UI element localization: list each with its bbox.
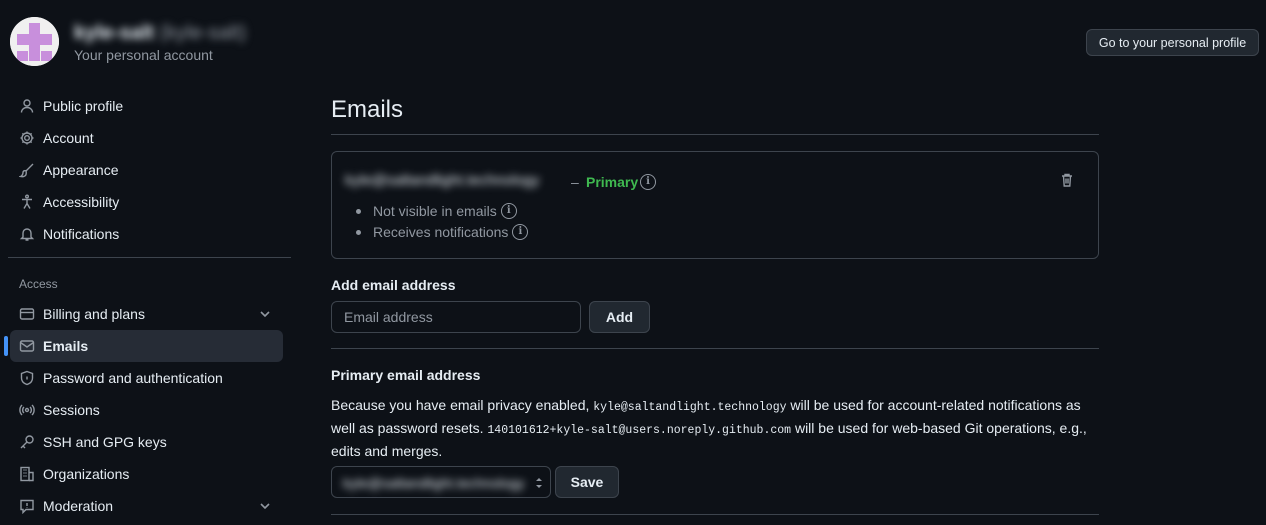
sidebar-item-public-profile[interactable]: Public profile [10,90,283,122]
info-icon[interactable]: i [640,174,656,190]
noreply-email-code: 140101612+kyle-salt@users.noreply.github… [487,424,792,437]
desc-text: Because you have email privacy enabled, [331,397,594,413]
sidebar-item-notifications[interactable]: Notifications [10,218,283,250]
account-subtitle: Your personal account [74,47,213,63]
email-address-input[interactable] [331,301,581,333]
gear-icon [19,130,35,146]
info-icon[interactable]: i [500,203,517,219]
list-item: Not visible in emails i [356,203,517,219]
sidebar-item-label: Billing and plans [43,306,145,322]
primary-email-description: Because you have email privacy enabled, … [331,395,1106,462]
accessibility-icon [19,194,35,210]
sidebar-item-label: Organizations [43,466,130,482]
sidebar-item-emails[interactable]: Emails [4,330,283,362]
avatar[interactable] [10,17,59,66]
sidebar-item-password[interactable]: Password and authentication [10,362,283,394]
bullet-text: Not visible in emails [373,203,497,219]
shield-lock-icon [19,370,35,386]
primary-email-select[interactable]: kyle@saltandlight.technology [331,466,551,498]
title-divider [331,134,1099,135]
key-icon [19,434,35,450]
bell-icon [19,226,35,242]
user-name-text: kyle-salt [74,22,155,44]
report-icon [19,498,35,514]
organization-icon [19,466,35,482]
page-title: Emails [331,96,404,123]
broadcast-icon [19,402,35,418]
primary-badge: Primary [586,174,639,190]
sidebar-item-billing[interactable]: Billing and plans [10,298,283,330]
chevron-down-icon[interactable] [257,306,273,322]
sidebar-item-label: Password and authentication [43,370,223,386]
primary-email-label: Primary email address [331,367,481,383]
email-separator: – [571,174,579,190]
bullet-dot [356,229,361,235]
trash-icon[interactable] [1059,172,1075,188]
section-divider [331,348,1099,349]
save-button[interactable]: Save [555,466,619,498]
chevron-down-icon[interactable] [257,498,273,514]
list-item: Receives notifications i [356,224,529,240]
add-email-button[interactable]: Add [589,301,650,333]
add-email-label: Add email address [331,277,456,293]
sidebar-item-label: Accessibility [43,194,120,210]
sidebar-item-label: Account [43,130,94,146]
sidebar-item-organizations[interactable]: Organizations [10,458,283,490]
selected-email: kyle@saltandlight.technology [343,475,525,491]
notification-email-code: kyle@saltandlight.technology [593,401,787,414]
bullet-text: Receives notifications [373,224,509,240]
sidebar-item-label: SSH and GPG keys [43,434,167,450]
sidebar-item-appearance[interactable]: Appearance [10,154,283,186]
email-address: kyle@saltandlight.technology [345,172,540,189]
email-entry-card: kyle@saltandlight.technology – Primary i… [331,151,1099,259]
sidebar-item-sessions[interactable]: Sessions [10,394,283,426]
sidebar-item-label: Moderation [43,498,114,514]
sidebar-item-account[interactable]: Account [10,122,283,154]
access-heading: Access [19,277,58,291]
sidebar-item-label: Emails [43,338,89,354]
sidebar-divider [8,257,291,258]
sidebar-item-label: Public profile [43,98,124,114]
credit-card-icon [19,306,35,322]
info-icon[interactable]: i [512,224,529,240]
sidebar-item-label: Sessions [43,402,100,418]
user-handle: (kyle-salt) [159,22,247,44]
sidebar-item-label: Notifications [43,226,120,242]
bullet-dot [356,208,361,214]
sidebar-item-label: Appearance [43,162,119,178]
mail-icon [19,338,35,354]
user-name: kyle-salt (kyle-salt) [74,22,246,45]
sidebar-item-ssh-gpg[interactable]: SSH and GPG keys [10,426,283,458]
paintbrush-icon [19,162,35,178]
section-divider [331,514,1099,515]
sidebar-item-accessibility[interactable]: Accessibility [10,186,283,218]
go-to-profile-button[interactable]: Go to your personal profile [1086,29,1259,56]
person-icon [19,98,35,114]
sidebar-item-moderation[interactable]: Moderation [10,490,283,522]
select-arrows-icon [534,475,544,491]
